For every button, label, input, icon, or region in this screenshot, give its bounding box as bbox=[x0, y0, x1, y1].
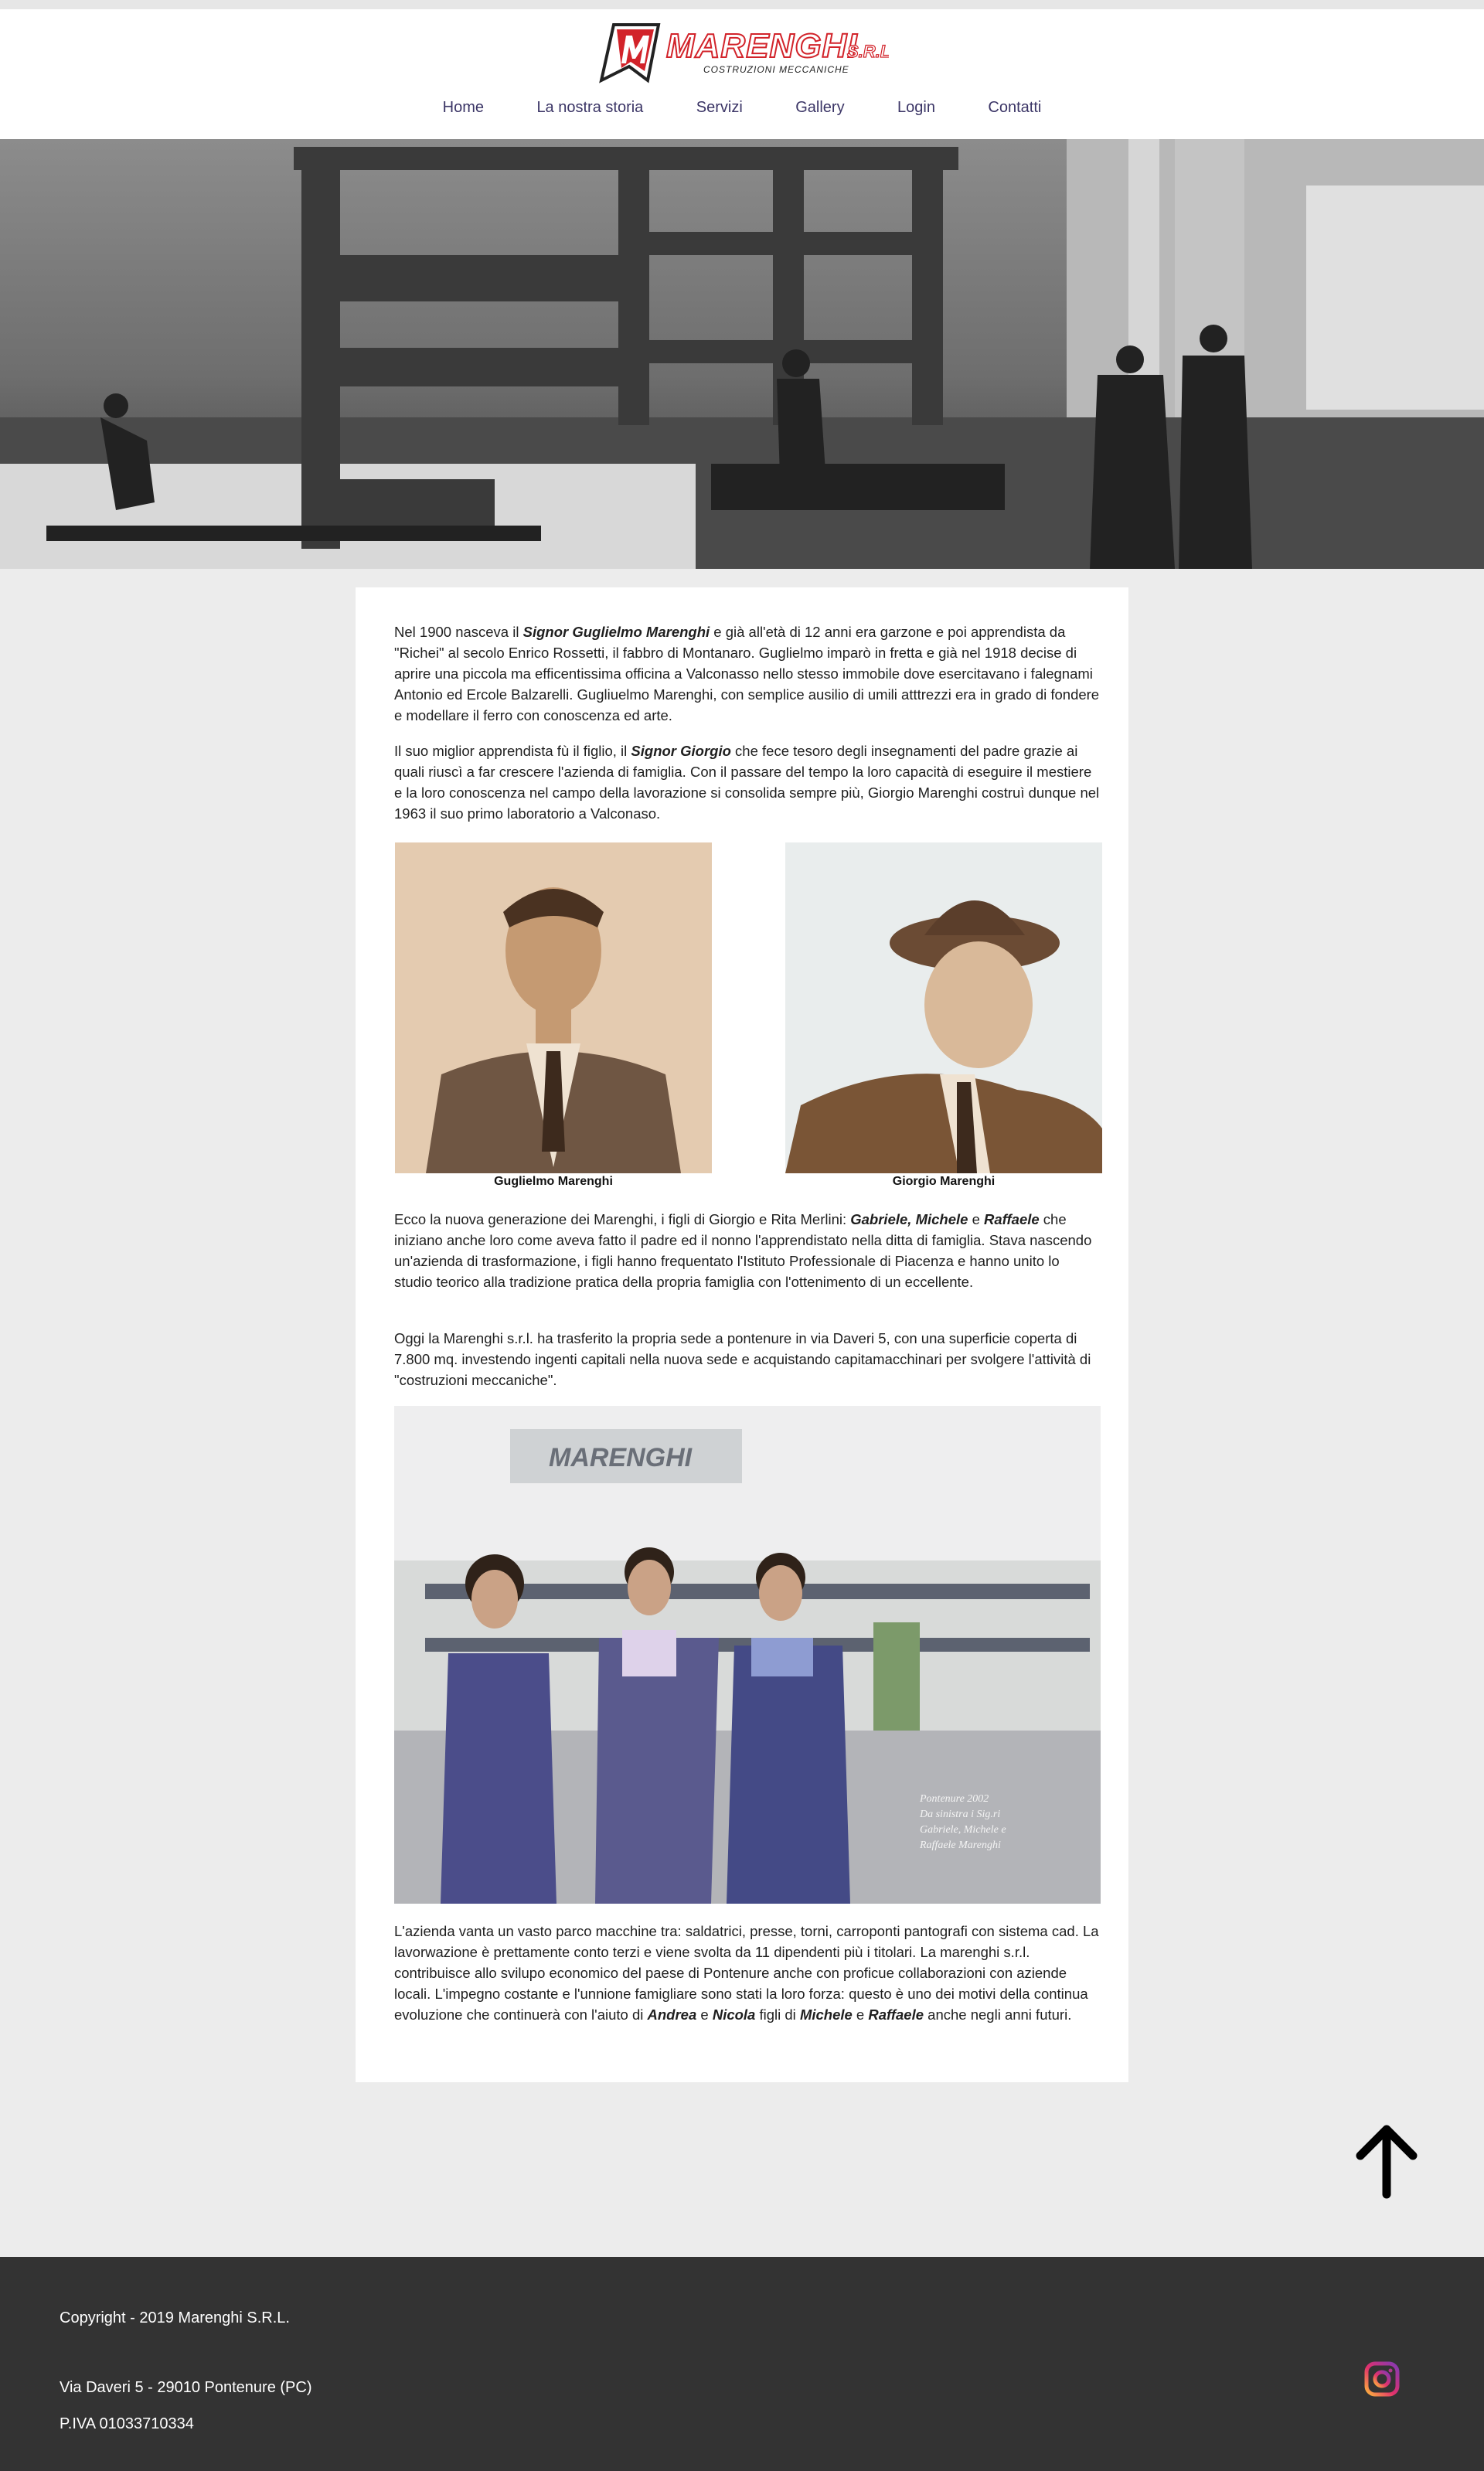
instagram-link[interactable] bbox=[1364, 2361, 1400, 2397]
emphasis-michele: Michele bbox=[799, 2006, 853, 2023]
story-paragraph-3: Ecco la nuova generazione dei Marenghi, … bbox=[394, 1211, 1092, 1290]
photo-giorgio-marenghi bbox=[785, 842, 1102, 1173]
photo-note-3: Gabriele, Michele e bbox=[920, 1824, 1006, 1836]
instagram-icon bbox=[1364, 2361, 1400, 2397]
footer-vat: P.IVA 01033710334 bbox=[60, 2415, 194, 2432]
emphasis-nicola: Nicola bbox=[712, 2006, 756, 2023]
main-nav: Home La nostra storia Servizi Gallery Lo… bbox=[0, 99, 1484, 117]
site-footer: Copyright - 2019 Marenghi S.R.L. Via Dav… bbox=[0, 2257, 1484, 2471]
photo-note-1: Pontenure 2002 bbox=[919, 1793, 989, 1805]
footer-copyright: Copyright - 2019 Marenghi S.R.L. bbox=[60, 2309, 290, 2326]
emphasis-raffaele: Raffaele bbox=[984, 1211, 1040, 1227]
hero-workshop-image bbox=[0, 139, 1484, 569]
story-paragraph-1: Nel 1900 nasceva il Signor Guglielmo Mar… bbox=[394, 624, 1100, 723]
emphasis-giorgio: Signor Giorgio bbox=[631, 743, 731, 759]
nav-gallery[interactable]: Gallery bbox=[795, 99, 844, 117]
brand-name: MARENGHI bbox=[666, 27, 858, 65]
story-paragraph-2: Il suo miglior apprendista fù il figlio,… bbox=[394, 743, 1100, 822]
brand-logo[interactable]: MARENGHI S.R.L COSTRUZIONI MECCANICHE bbox=[598, 19, 889, 85]
emphasis-andrea: Andrea bbox=[647, 2006, 697, 2023]
nav-login[interactable]: Login bbox=[897, 99, 935, 117]
emphasis-guglielmo: Signor Guglielmo Marenghi bbox=[522, 624, 710, 640]
top-strip bbox=[0, 0, 1484, 9]
emphasis-raffaele-2: Raffaele bbox=[868, 2006, 924, 2023]
nav-home[interactable]: Home bbox=[443, 99, 484, 117]
photo-guglielmo-marenghi bbox=[395, 842, 712, 1173]
photo-note-4: Raffaele Marenghi bbox=[919, 1840, 1001, 1851]
footer-address: Via Daveri 5 - 29010 Pontenure (PC) bbox=[60, 2379, 312, 2396]
nav-la-nostra-storia[interactable]: La nostra storia bbox=[536, 99, 643, 117]
caption-guglielmo: Guglielmo Marenghi bbox=[494, 1175, 613, 1188]
arrow-up-icon bbox=[1356, 2125, 1418, 2199]
building-sign: MARENGHI bbox=[549, 1443, 693, 1472]
nav-contatti[interactable]: Contatti bbox=[988, 99, 1041, 117]
caption-giorgio: Giorgio Marenghi bbox=[892, 1175, 996, 1188]
brand-suffix: S.R.L bbox=[847, 42, 889, 61]
story-content: Nel 1900 nasceva il Signor Guglielmo Mar… bbox=[356, 587, 1128, 2082]
story-paragraph-4: Oggi la Marenghi s.r.l. ha trasferito la… bbox=[394, 1330, 1091, 1388]
back-to-top-button[interactable] bbox=[1351, 2123, 1422, 2199]
photo-marenghi-brothers: MARENGHI Pontenure 2002 Da sinistra i Si… bbox=[394, 1406, 1101, 1904]
emphasis-gabriele-michele: Gabriele, Michele bbox=[850, 1211, 968, 1227]
brand-tagline: COSTRUZIONI MECCANICHE bbox=[703, 64, 849, 75]
photo-note-2: Da sinistra i Sig.ri bbox=[919, 1809, 1000, 1820]
nav-servizi[interactable]: Servizi bbox=[696, 99, 743, 117]
story-paragraph-5: L'azienda vanta un vasto parco macchine … bbox=[394, 1923, 1099, 2023]
site-header: MARENGHI S.R.L COSTRUZIONI MECCANICHE Ho… bbox=[0, 9, 1484, 139]
